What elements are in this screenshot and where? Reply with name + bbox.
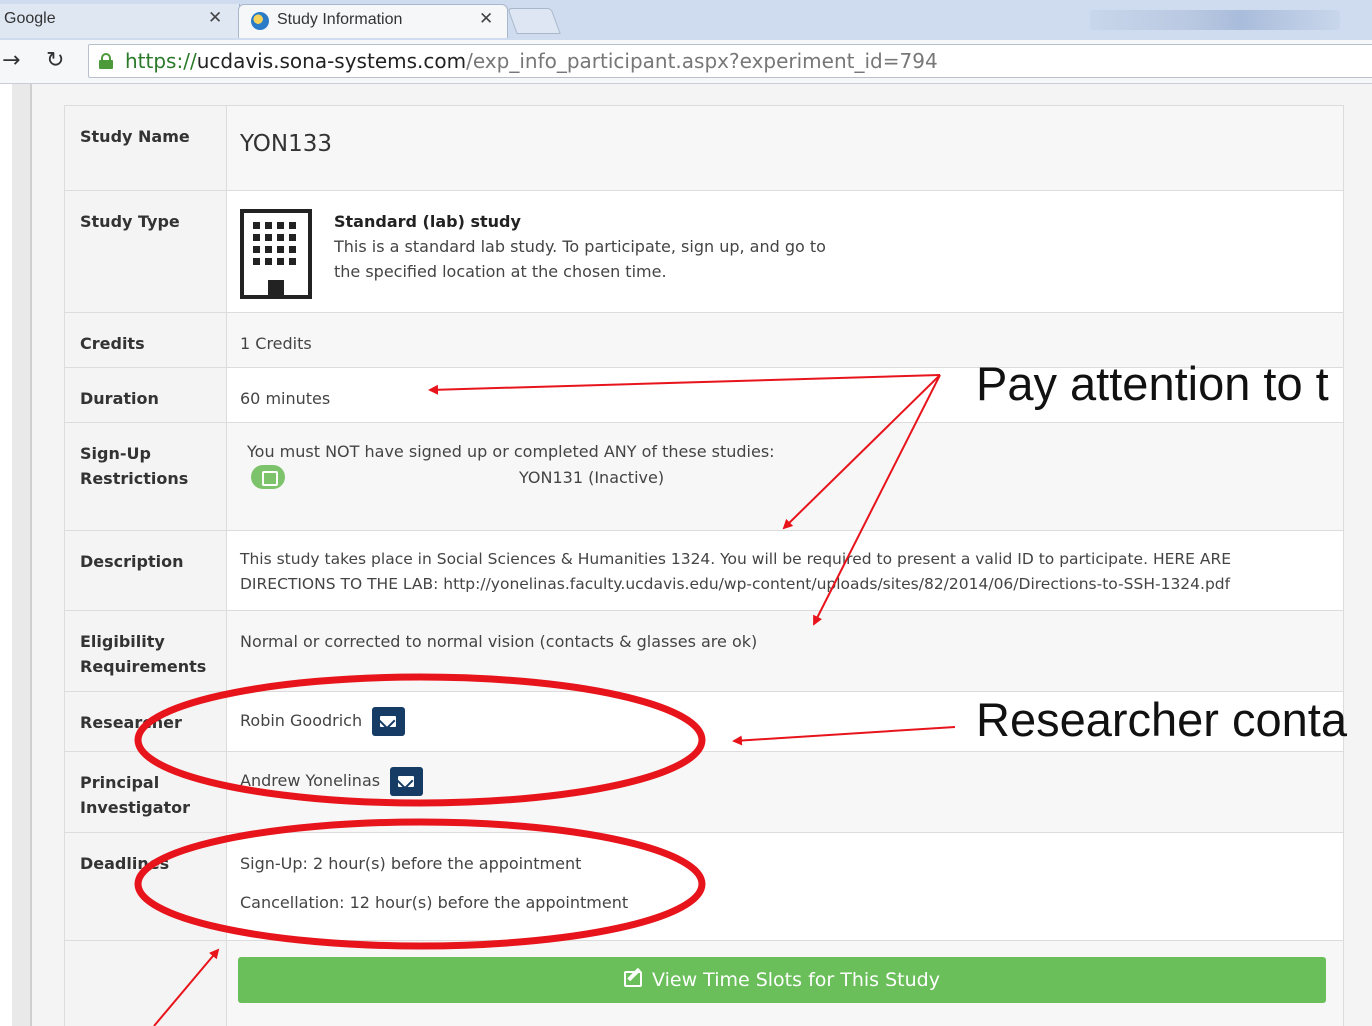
arrow-to-duration: [428, 374, 941, 395]
arrow-to-description: [782, 374, 941, 530]
arrow-to-deadlines: [153, 948, 220, 1026]
arrow-to-researcher: [732, 726, 956, 746]
ellipse-deadlines: [134, 818, 706, 950]
arrow-to-eligibility: [813, 374, 941, 626]
annotation-overlay: [134, 374, 956, 1026]
ellipse-researcher-contacts: [134, 673, 706, 807]
